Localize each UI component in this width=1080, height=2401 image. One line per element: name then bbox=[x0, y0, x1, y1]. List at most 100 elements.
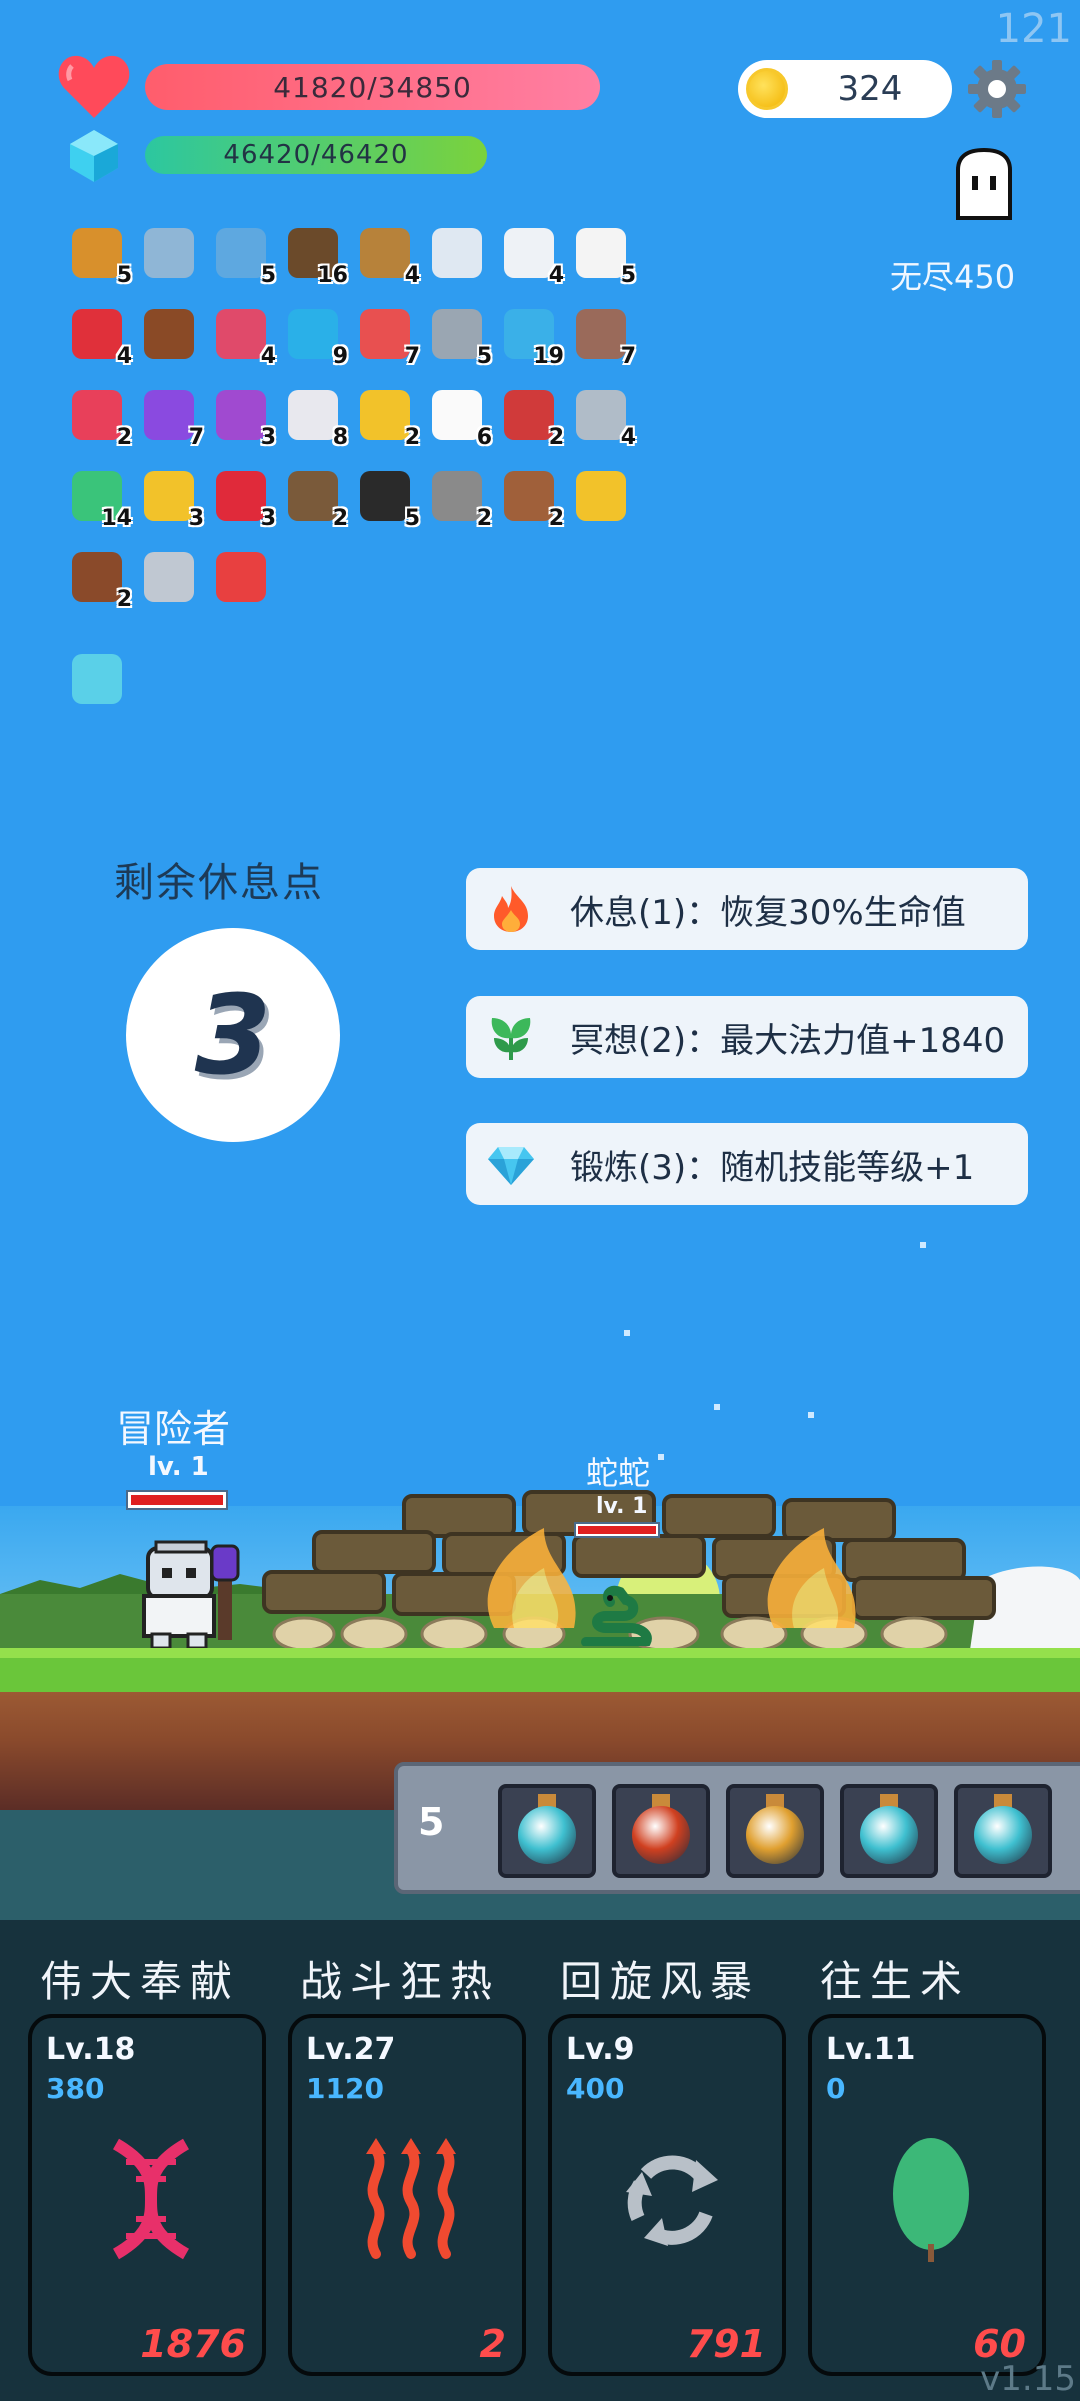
inventory-item[interactable]: 2 bbox=[498, 384, 564, 450]
skill-card[interactable]: Lv.11 0 60 bbox=[808, 2014, 1046, 2376]
inventory-item[interactable]: 5 bbox=[570, 222, 636, 288]
inventory-item[interactable]: 19 bbox=[498, 303, 564, 369]
cupcake-icon bbox=[72, 552, 122, 602]
inventory-item[interactable]: 2 bbox=[66, 384, 132, 450]
skill-cost: 1876 bbox=[140, 2322, 246, 2366]
skill-name: 往生术 bbox=[820, 1957, 971, 2006]
inventory-item[interactable] bbox=[66, 648, 128, 710]
item-count: 3 bbox=[260, 506, 276, 531]
inventory-item[interactable]: 14 bbox=[66, 465, 132, 531]
hp-text: 41820/34850 bbox=[273, 70, 472, 104]
item-count: 5 bbox=[116, 263, 132, 288]
leaf-icon bbox=[893, 2138, 969, 2262]
round-shield-icon bbox=[504, 471, 554, 521]
skill-level: Lv.11 bbox=[826, 2032, 916, 2067]
skill-card[interactable]: Lv.18 380 1876 bbox=[28, 2014, 266, 2376]
item-count: 2 bbox=[548, 506, 564, 531]
inventory-item[interactable]: 16 bbox=[282, 222, 348, 288]
gear-icon[interactable] bbox=[966, 58, 1028, 120]
item-count: 14 bbox=[101, 506, 132, 531]
inventory-item[interactable]: 3 bbox=[210, 465, 276, 531]
inventory-item[interactable]: 6 bbox=[426, 384, 492, 450]
sunflower-icon bbox=[576, 471, 626, 521]
double-heart-icon bbox=[216, 552, 266, 602]
inventory-item[interactable]: 4 bbox=[354, 222, 420, 288]
version-label: v1.15 bbox=[980, 2359, 1076, 2399]
cyan-potion-icon bbox=[860, 1806, 918, 1864]
inventory-item[interactable]: 5 bbox=[66, 222, 132, 288]
inventory-item[interactable]: 5 bbox=[426, 303, 492, 369]
hero-name: 冒险者 bbox=[116, 1407, 231, 1451]
inventory-item[interactable]: 5 bbox=[210, 222, 276, 288]
train-action-label: 锻炼(3)：随机技能等级+1 bbox=[570, 1147, 975, 1188]
book-icon bbox=[72, 228, 122, 278]
inventory-item[interactable] bbox=[426, 222, 488, 284]
shield-icon bbox=[504, 390, 554, 440]
inventory-item[interactable]: 7 bbox=[354, 303, 420, 369]
bow-icon bbox=[360, 228, 410, 278]
blue-fish-icon bbox=[216, 228, 266, 278]
skill-level: Lv.18 bbox=[46, 2032, 136, 2067]
inventory-item[interactable]: 3 bbox=[138, 465, 204, 531]
inventory-item[interactable]: 2 bbox=[426, 465, 492, 531]
adventurer-sprite bbox=[142, 1540, 240, 1650]
meditate-action-button[interactable]: 冥想(2)：最大法力值+1840 bbox=[466, 996, 1028, 1078]
ghost-button-icon[interactable] bbox=[948, 148, 1020, 220]
item-count: 7 bbox=[188, 425, 204, 450]
crystal-ball-icon bbox=[216, 390, 266, 440]
inventory-item[interactable]: 7 bbox=[138, 384, 204, 450]
inventory-item[interactable] bbox=[570, 465, 632, 527]
inventory-item[interactable] bbox=[138, 546, 200, 608]
item-count: 9 bbox=[332, 344, 348, 369]
inventory-item[interactable]: 2 bbox=[282, 465, 348, 531]
hp-bar: 41820/34850 bbox=[145, 64, 600, 110]
potion-slot[interactable] bbox=[726, 1784, 824, 1878]
apple-icon bbox=[72, 309, 122, 359]
heart-icon bbox=[58, 55, 130, 118]
inventory-item[interactable]: 5 bbox=[354, 465, 420, 531]
item-count: 8 bbox=[332, 425, 348, 450]
mana-crystal-icon bbox=[70, 130, 118, 182]
item-count: 5 bbox=[260, 263, 276, 288]
inventory-item[interactable]: 4 bbox=[498, 222, 564, 288]
inventory-item[interactable] bbox=[138, 303, 200, 365]
endless-mode-label[interactable]: 无尽450 bbox=[890, 252, 1015, 298]
inventory-item[interactable]: 3 bbox=[210, 384, 276, 450]
rest-points-circle: 3 bbox=[126, 928, 340, 1142]
inventory-item[interactable]: 4 bbox=[210, 303, 276, 369]
skill-name: 回旋风暴 bbox=[560, 1957, 761, 2006]
heat-waves-icon bbox=[366, 2138, 456, 2259]
tombstone-icon bbox=[576, 309, 626, 359]
potion-slot[interactable] bbox=[954, 1784, 1052, 1878]
item-count: 5 bbox=[476, 344, 492, 369]
item-count: 4 bbox=[620, 425, 636, 450]
rest-action-button[interactable]: 休息(1)：恢复30%生命值 bbox=[466, 868, 1028, 950]
potion-slot[interactable] bbox=[612, 1784, 710, 1878]
item-count: 4 bbox=[404, 263, 420, 288]
light-card-icon bbox=[72, 654, 122, 704]
hook-icon bbox=[144, 552, 194, 602]
potion-bar: 5 bbox=[394, 1762, 1080, 1894]
item-count: 2 bbox=[404, 425, 420, 450]
item-count: 2 bbox=[116, 425, 132, 450]
train-action-button[interactable]: 锻炼(3)：随机技能等级+1 bbox=[466, 1123, 1028, 1205]
coin-value: 324 bbox=[837, 69, 903, 109]
skill-level: Lv.9 bbox=[566, 2032, 635, 2067]
inventory-item[interactable] bbox=[210, 546, 272, 608]
inventory-item[interactable]: 8 bbox=[282, 384, 348, 450]
inventory-item[interactable] bbox=[138, 222, 200, 284]
inventory-item[interactable]: 2 bbox=[66, 546, 132, 612]
potion-slot[interactable] bbox=[840, 1784, 938, 1878]
inventory-item[interactable]: 9 bbox=[282, 303, 348, 369]
cauldron-icon bbox=[360, 471, 410, 521]
inventory-item[interactable]: 4 bbox=[570, 384, 636, 450]
inventory-item[interactable]: 4 bbox=[66, 303, 132, 369]
skill-card[interactable]: Lv.27 1120 2 bbox=[288, 2014, 526, 2376]
skill-card[interactable]: Lv.9 400 791 bbox=[548, 2014, 786, 2376]
fps-counter: 121 bbox=[995, 6, 1072, 52]
inventory-item[interactable]: 7 bbox=[570, 303, 636, 369]
inventory-item[interactable]: 2 bbox=[498, 465, 564, 531]
skill-level: Lv.27 bbox=[306, 2032, 396, 2067]
potion-slot[interactable] bbox=[498, 1784, 596, 1878]
inventory-item[interactable]: 2 bbox=[354, 384, 420, 450]
